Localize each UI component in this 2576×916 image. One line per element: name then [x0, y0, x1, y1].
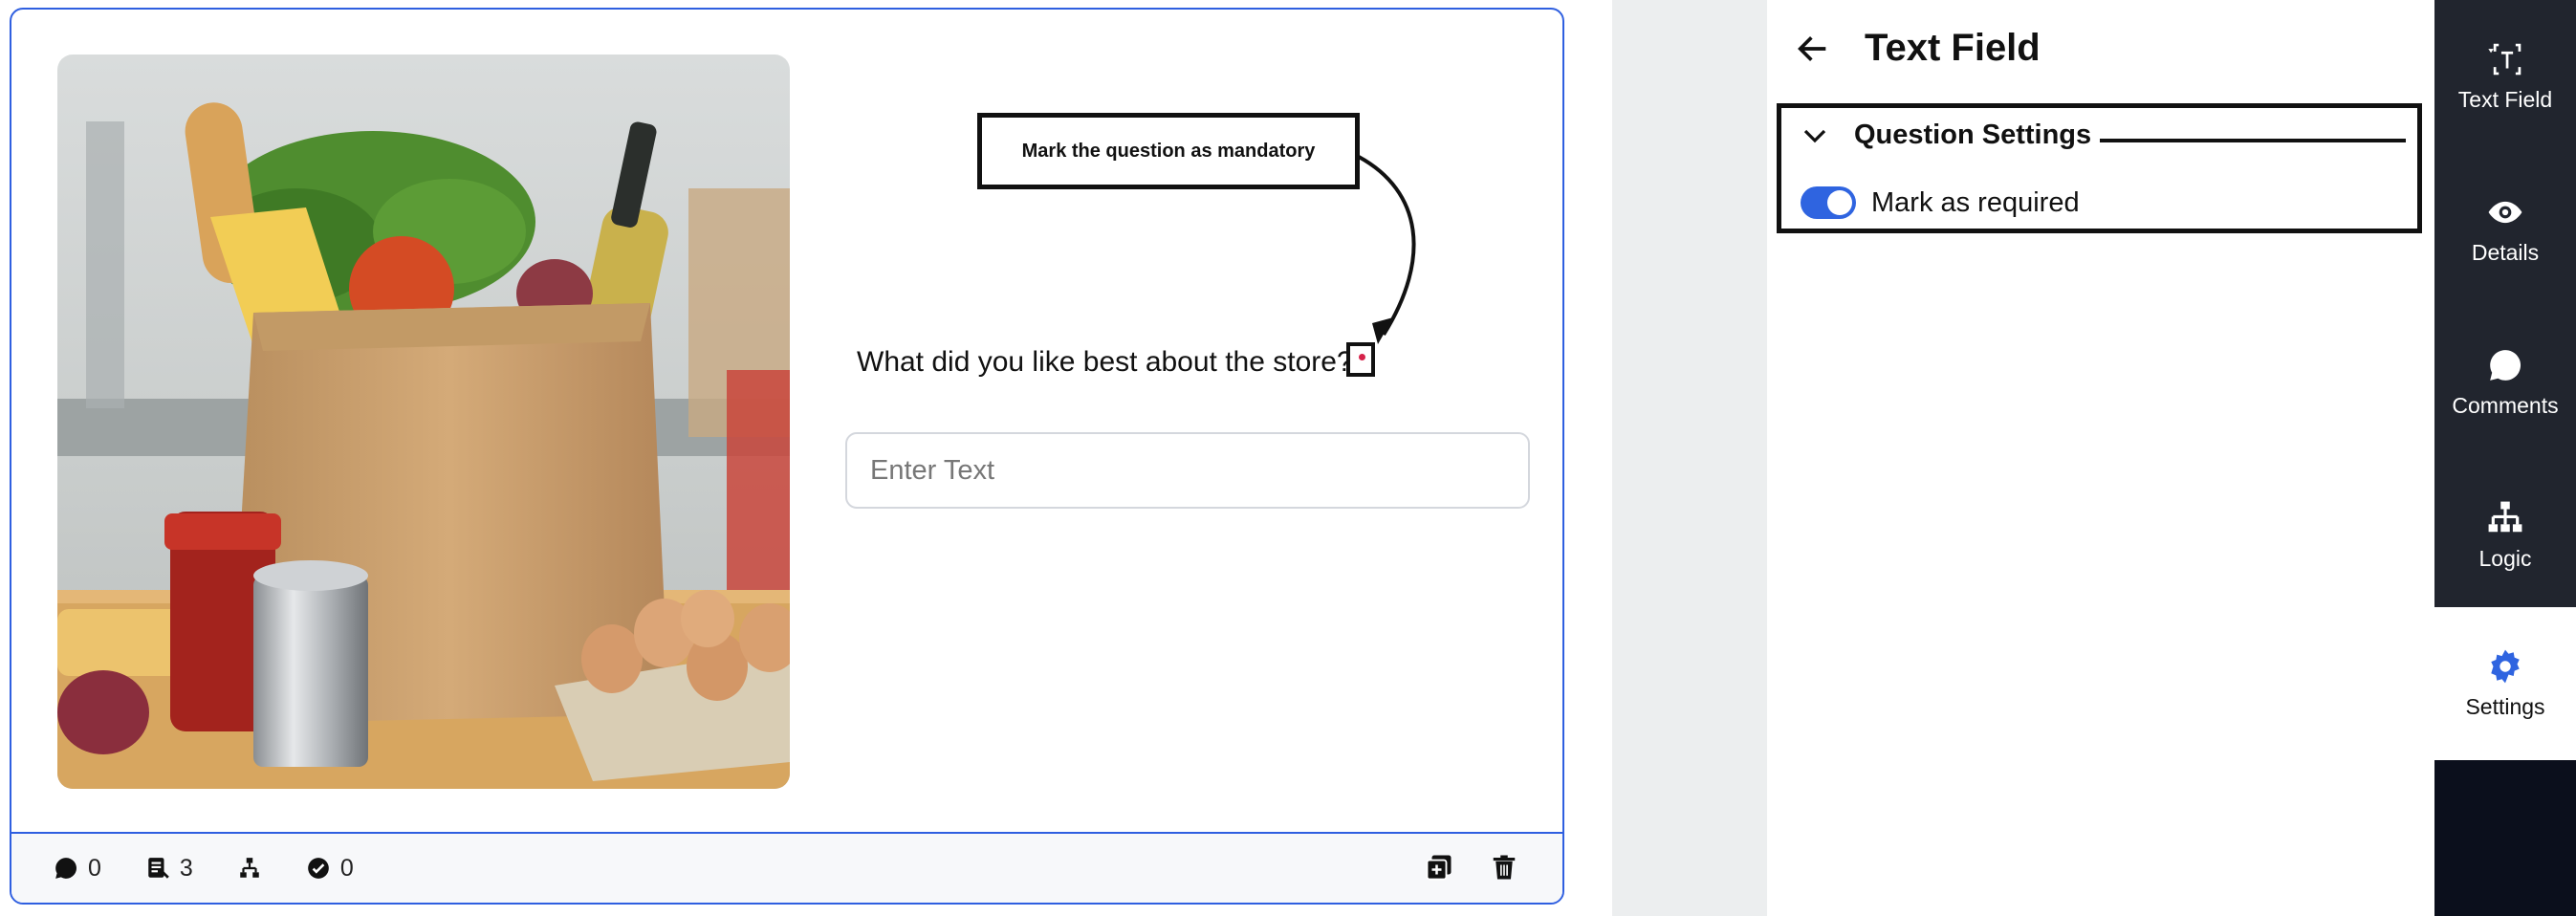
- gear-icon: [2491, 649, 2520, 683]
- panel-header: Text Field: [1794, 27, 2041, 70]
- section-divider: [2100, 139, 2406, 142]
- answer-text-input[interactable]: [845, 432, 1530, 509]
- back-arrow-icon[interactable]: [1794, 30, 1832, 68]
- logic-stat[interactable]: [237, 856, 262, 881]
- nav-label-settings: Settings: [2465, 693, 2545, 719]
- question-card[interactable]: Mark the question as mandatory What did …: [10, 8, 1564, 905]
- responses-stat[interactable]: 3: [145, 855, 193, 883]
- side-navigation: Text Field Details Comments Logic Settin…: [2434, 0, 2576, 916]
- required-dot: [1359, 354, 1365, 360]
- eye-icon: [2488, 201, 2522, 223]
- approvals-count: 0: [339, 854, 354, 882]
- nav-settings[interactable]: Settings: [2434, 607, 2576, 760]
- nav-logic[interactable]: Logic: [2434, 459, 2576, 612]
- branch-icon: [240, 858, 259, 878]
- required-toggle[interactable]: [1801, 186, 1856, 219]
- required-marker: [1346, 342, 1375, 377]
- canvas-gutter: [1612, 0, 1767, 916]
- comment-icon: [55, 858, 76, 879]
- nav-label-details: Details: [2471, 239, 2540, 265]
- responses-count: 3: [179, 854, 193, 882]
- section-title: Question Settings: [1854, 120, 2092, 150]
- approvals-stat[interactable]: 0: [306, 855, 354, 883]
- comment-icon: [2490, 349, 2521, 381]
- nav-comments[interactable]: Comments: [2434, 306, 2576, 459]
- nav-details[interactable]: Details: [2434, 153, 2576, 306]
- question-settings-section: Question Settings Mark as required: [1777, 103, 2422, 233]
- nav-label-comments: Comments: [2452, 392, 2559, 418]
- comments-stat[interactable]: 0: [54, 855, 101, 883]
- question-text: What did you like best about the store?: [857, 346, 1353, 378]
- callout-arrow-icon: [1358, 155, 1416, 344]
- panel-title: Text Field: [1865, 27, 2041, 69]
- nav-label-text-field: Text Field: [2457, 86, 2553, 112]
- required-toggle-label: Mark as required: [1871, 186, 2080, 218]
- notes-icon: [148, 858, 169, 879]
- check-badge-icon: [307, 858, 329, 879]
- section-toggle[interactable]: Question Settings: [1801, 120, 2091, 151]
- nav-text-field[interactable]: Text Field: [2434, 0, 2576, 153]
- logic-tree-icon: [2488, 501, 2522, 532]
- grocery-bag-image: [57, 55, 790, 789]
- duplicate-icon[interactable]: [1425, 853, 1453, 882]
- trash-icon[interactable]: [1490, 853, 1518, 882]
- text-field-icon: [2488, 43, 2521, 75]
- comments-count: 0: [88, 854, 101, 882]
- card-footer: 0 3 0: [11, 832, 1562, 903]
- mandatory-callout: Mark the question as mandatory: [977, 113, 1360, 189]
- chevron-down-icon: [1803, 129, 1826, 142]
- nav-label-logic: Logic: [2478, 545, 2532, 571]
- required-toggle-row: Mark as required: [1801, 186, 2080, 219]
